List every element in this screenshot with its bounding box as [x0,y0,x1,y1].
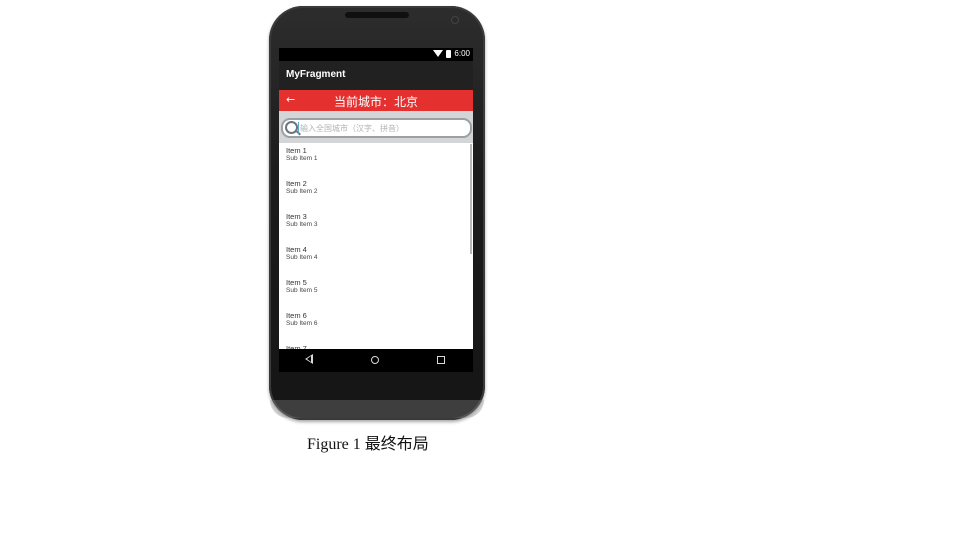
current-city-title: 当前城市：北京 [333,95,418,109]
list-item-subtitle: Sub Item 1 [286,155,318,162]
city-header: ← 当前城市：北京 [279,90,473,111]
list-item[interactable]: Item 2 Sub Item 2 [286,179,466,203]
action-bar: MyFragment [279,61,473,90]
list-item-subtitle: Sub Item 4 [286,254,318,261]
back-triangle-icon[interactable] [305,354,313,364]
speaker-grille [345,12,409,18]
navigation-bar [279,349,473,372]
list-item[interactable]: Item 3 Sub Item 3 [286,212,466,236]
list-item[interactable]: Item 5 Sub Item 5 [286,278,466,302]
app-title: MyFragment [286,69,346,80]
list-item-subtitle: Sub Item 5 [286,287,318,294]
search-area [279,111,473,143]
list-item-title: Item 2 [286,179,307,188]
list-item-title: Item 3 [286,212,307,221]
recents-square-icon[interactable] [437,356,445,364]
list-item-subtitle: Sub Item 2 [286,188,318,195]
phone-bottom-reflection [270,400,484,418]
list-item-title: Item 6 [286,311,307,320]
front-camera [451,16,459,24]
search-icon [285,121,298,134]
list-item-title: Item 5 [286,278,307,287]
list-item-title: Item 1 [286,146,307,155]
list-item[interactable]: Item 4 Sub Item 4 [286,245,466,269]
battery-icon [446,49,452,58]
list-item-subtitle: Sub Item 6 [286,320,318,327]
wifi-icon [433,50,444,57]
phone-screen: 6:00 MyFragment ← 当前城市：北京 Item 1 Sub Ite… [279,48,473,372]
text-cursor [298,122,299,134]
search-input[interactable] [300,120,460,136]
status-bar: 6:00 [279,48,473,61]
figure-caption: Figure 1 最终布局 [307,436,429,453]
status-time: 6:00 [454,49,470,58]
search-box[interactable] [281,118,472,138]
list-item-subtitle: Sub Item 3 [286,221,318,228]
list-item[interactable]: Item 1 Sub Item 1 [286,146,466,170]
list-item-title: Item 4 [286,245,307,254]
home-circle-icon[interactable] [371,356,379,364]
list-item[interactable]: Item 6 Sub Item 6 [286,311,466,335]
list-scrollbar[interactable] [470,144,472,254]
city-list: Item 1 Sub Item 1 Item 2 Sub Item 2 Item… [279,143,473,353]
